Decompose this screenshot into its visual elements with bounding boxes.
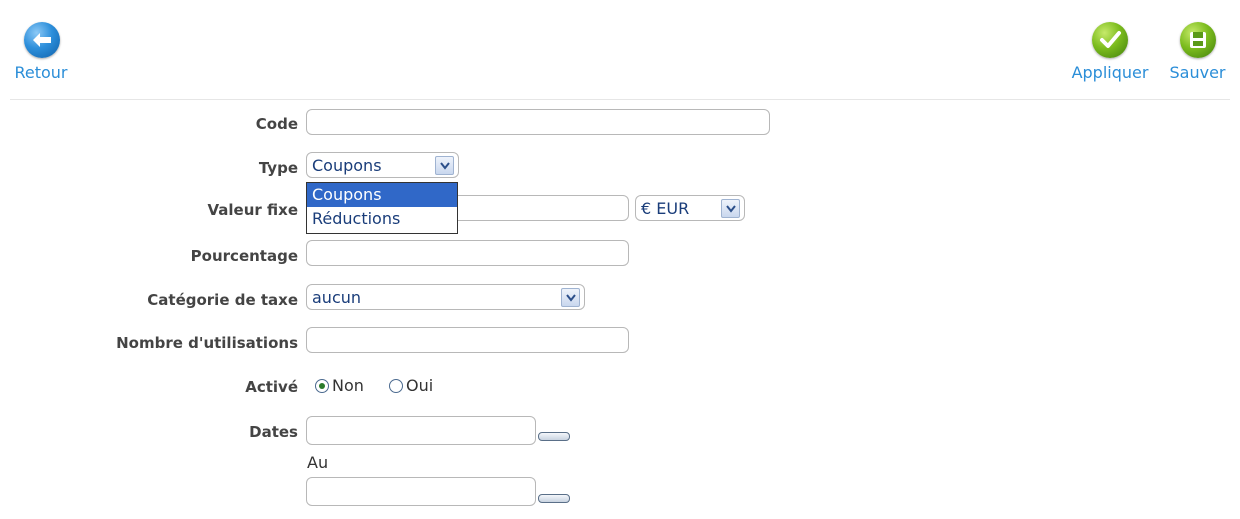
radio-oui[interactable] [389, 378, 403, 393]
uses-row: Nombre d'utilisations [0, 327, 1240, 357]
date-from-calendar-button[interactable] [538, 432, 570, 441]
percentage-row: Pourcentage [0, 240, 1240, 270]
active-row: Activé Non Oui [0, 371, 1240, 401]
active-option-oui[interactable]: Oui [389, 376, 433, 395]
fixed-value-row: Valeur fixe € EUR [0, 194, 1240, 224]
active-option-non[interactable]: Non [315, 376, 364, 395]
type-dropdown-list: Coupons Réductions [306, 182, 458, 234]
chevron-down-icon[interactable] [435, 156, 454, 175]
apply-label: Appliquer [1071, 63, 1149, 82]
type-select[interactable]: Coupons [306, 152, 459, 178]
radio-non[interactable] [315, 378, 329, 393]
code-input[interactable] [306, 109, 770, 135]
back-label: Retour [14, 63, 68, 82]
tax-category-row: Catégorie de taxe aucun [0, 284, 1240, 314]
dates-label: Dates [249, 423, 298, 441]
date-to-label: Au [307, 453, 329, 472]
currency-value: € EUR [641, 199, 690, 218]
date-to-input[interactable] [306, 477, 536, 506]
save-label: Sauver [1169, 63, 1226, 82]
toolbar-divider [10, 99, 1230, 100]
type-option-coupons[interactable]: Coupons [307, 183, 457, 207]
date-from-input[interactable] [306, 416, 536, 445]
percentage-input[interactable] [306, 240, 629, 266]
radio-non-label: Non [332, 376, 364, 395]
apply-button[interactable]: Appliquer [1065, 22, 1155, 82]
type-option-reductions[interactable]: Réductions [307, 207, 457, 231]
tax-category-label: Catégorie de taxe [147, 291, 298, 309]
floppy-disk-icon [1179, 22, 1216, 58]
active-label: Activé [245, 378, 298, 396]
type-select-value: Coupons [312, 156, 382, 175]
tax-category-value: aucun [312, 288, 362, 307]
dates-row: Dates [0, 416, 1240, 446]
toolbar: Retour Appliquer Sauver [0, 0, 1240, 100]
uses-input[interactable] [306, 327, 629, 353]
chevron-down-icon[interactable] [721, 199, 740, 218]
type-label: Type [258, 159, 298, 177]
currency-select[interactable]: € EUR [635, 195, 745, 221]
code-label: Code [255, 115, 298, 133]
back-arrow-icon [24, 22, 60, 58]
save-button[interactable]: Sauver [1160, 22, 1235, 82]
uses-label: Nombre d'utilisations [116, 334, 298, 352]
code-row: Code [0, 108, 1240, 138]
date-to-calendar-button[interactable] [538, 494, 570, 503]
checkmark-icon [1092, 22, 1128, 58]
chevron-down-icon[interactable] [561, 288, 580, 307]
radio-oui-label: Oui [406, 376, 434, 395]
tax-category-select[interactable]: aucun [306, 284, 585, 310]
type-row: Type Coupons [0, 152, 1240, 182]
back-button[interactable]: Retour [11, 22, 71, 82]
percentage-label: Pourcentage [190, 247, 298, 265]
fixed-value-label: Valeur fixe [207, 201, 299, 219]
